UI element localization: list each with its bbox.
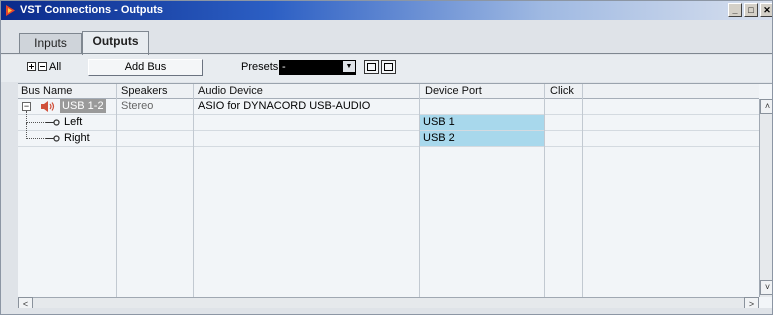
- remove-preset-icon[interactable]: [381, 60, 396, 74]
- vst-logo-icon: [6, 5, 15, 16]
- collapse-bus-icon[interactable]: −: [22, 102, 31, 111]
- tab-bar: Inputs Outputs: [1, 20, 772, 55]
- channel-name-right[interactable]: Right: [64, 132, 90, 144]
- scroll-left-button[interactable]: <: [18, 297, 33, 308]
- window-controls: _ □ ✕: [726, 3, 772, 18]
- column-header-device-port[interactable]: Device Port: [425, 85, 482, 98]
- table-header: Bus Name Speakers Audio Device Device Po…: [18, 84, 759, 99]
- scroll-up-button[interactable]: ˄: [760, 99, 772, 114]
- vertical-scrollbar[interactable]: ˄ ˅: [759, 99, 772, 297]
- table-row-bus[interactable]: − USB 1-2 Stereo ASIO for DYNACORD USB-A…: [18, 99, 759, 115]
- column-separator[interactable]: [582, 84, 583, 298]
- bus-speakers[interactable]: Stereo: [121, 100, 153, 112]
- horizontal-scrollbar[interactable]: < >: [18, 297, 759, 308]
- channel-connector-icon: [46, 135, 60, 142]
- column-separator[interactable]: [544, 84, 545, 298]
- minimize-button[interactable]: _: [728, 3, 742, 17]
- close-button[interactable]: ✕: [760, 3, 772, 17]
- tab-divider: [1, 53, 772, 54]
- device-port-left[interactable]: USB 1: [423, 116, 455, 128]
- column-header-audio-device[interactable]: Audio Device: [198, 85, 263, 98]
- presets-value: -: [282, 61, 286, 73]
- table-row-left[interactable]: Left USB 1: [18, 111, 759, 131]
- channel-name-left[interactable]: Left: [64, 116, 82, 128]
- title-bar[interactable]: VST Connections - Outputs _ □ ✕: [1, 1, 772, 20]
- column-separator[interactable]: [193, 84, 194, 298]
- device-port-right[interactable]: USB 2: [423, 132, 455, 144]
- column-header-speakers[interactable]: Speakers: [121, 85, 167, 98]
- scroll-down-button[interactable]: ˅: [760, 280, 772, 295]
- expand-all-icon[interactable]: [27, 62, 36, 71]
- presets-dropdown[interactable]: - ▼: [279, 60, 356, 75]
- scroll-right-button[interactable]: >: [744, 297, 759, 308]
- toolbar: All Add Bus Presets - ▼: [1, 55, 772, 82]
- bus-name[interactable]: USB 1-2: [60, 99, 106, 113]
- tab-inputs[interactable]: Inputs: [19, 33, 82, 54]
- add-bus-button[interactable]: Add Bus: [88, 59, 203, 76]
- collapse-all-icon[interactable]: [38, 62, 47, 71]
- column-header-bus-name[interactable]: Bus Name: [21, 85, 72, 98]
- save-preset-icon[interactable]: [364, 60, 379, 74]
- chevron-down-icon[interactable]: ▼: [343, 61, 355, 72]
- column-separator[interactable]: [419, 84, 420, 298]
- window-title: VST Connections - Outputs: [20, 4, 163, 16]
- column-header-click[interactable]: Click: [550, 85, 574, 98]
- connections-table: Bus Name Speakers Audio Device Device Po…: [18, 83, 772, 308]
- vst-connections-window: VST Connections - Outputs _ □ ✕ Inputs O…: [0, 0, 773, 315]
- presets-label: Presets: [241, 61, 279, 73]
- all-label: All: [49, 61, 62, 73]
- bus-audio-device[interactable]: ASIO for DYNACORD USB-AUDIO: [198, 100, 370, 112]
- tab-outputs[interactable]: Outputs: [82, 31, 149, 55]
- maximize-button[interactable]: □: [744, 3, 758, 17]
- column-separator[interactable]: [116, 84, 117, 298]
- table-row-right[interactable]: Right USB 2: [18, 123, 759, 147]
